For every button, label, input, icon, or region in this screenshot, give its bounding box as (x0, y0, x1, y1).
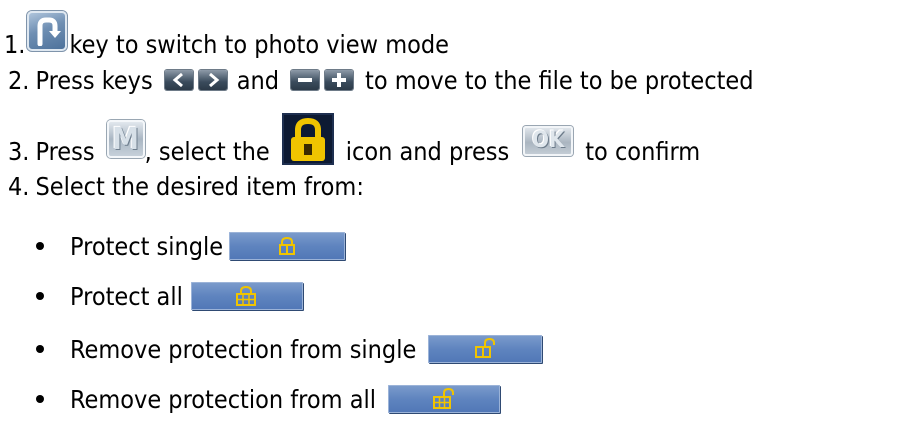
list-item: Protect single (70, 228, 346, 264)
padlock-icon (281, 113, 334, 165)
step-text: icon and press (345, 136, 510, 166)
step-1: 1. key to switch to photo view mode (4, 4, 449, 59)
step-text: to confirm (585, 136, 701, 166)
list-item: Remove protection from single (70, 331, 543, 367)
list-item: Protect all (70, 278, 303, 314)
step-text: , select the (144, 136, 270, 166)
list-item: Remove protection from all (70, 381, 500, 417)
bullet (36, 292, 44, 300)
bullet (36, 345, 44, 353)
option-label: Remove protection from single (70, 334, 417, 364)
step-3: 3. Press M , select the icon and press O… (8, 112, 700, 170)
step-number: 1. (4, 29, 26, 59)
step-text: to move to the file to be protected (365, 65, 754, 95)
step-2: 2. Press keys and to move to the file to… (8, 62, 754, 98)
lock-open-all-icon (387, 385, 500, 413)
lock-closed-single-icon (229, 232, 346, 260)
bullet (36, 242, 44, 250)
bullet (36, 395, 44, 403)
right-key-icon (198, 70, 227, 90)
step-text: Press keys (35, 65, 153, 95)
lock-closed-all-icon (190, 282, 303, 310)
plus-key-icon (325, 70, 354, 90)
step-number: 3. (8, 136, 30, 166)
step-number: 2. (8, 65, 30, 95)
minus-key-icon (291, 70, 320, 90)
menu-key-label: M (112, 122, 139, 157)
option-label: Protect all (70, 281, 183, 311)
step-text: and (236, 65, 280, 95)
option-label: Remove protection from all (70, 384, 376, 414)
step-text: Select the desired item from: (35, 171, 364, 201)
left-key-icon (164, 70, 193, 90)
lock-open-single-icon (428, 335, 543, 363)
back-key-icon (27, 11, 68, 51)
ok-key-label: OK (532, 128, 565, 153)
step-number: 4. (8, 171, 30, 201)
step-text: key to switch to photo view mode (69, 29, 449, 59)
ok-key-icon: OK (523, 126, 574, 156)
menu-key-icon: M (106, 120, 145, 158)
option-label: Protect single (70, 231, 224, 261)
step-text: Press (35, 136, 95, 166)
step-4: 4. Select the desired item from: (8, 168, 364, 204)
